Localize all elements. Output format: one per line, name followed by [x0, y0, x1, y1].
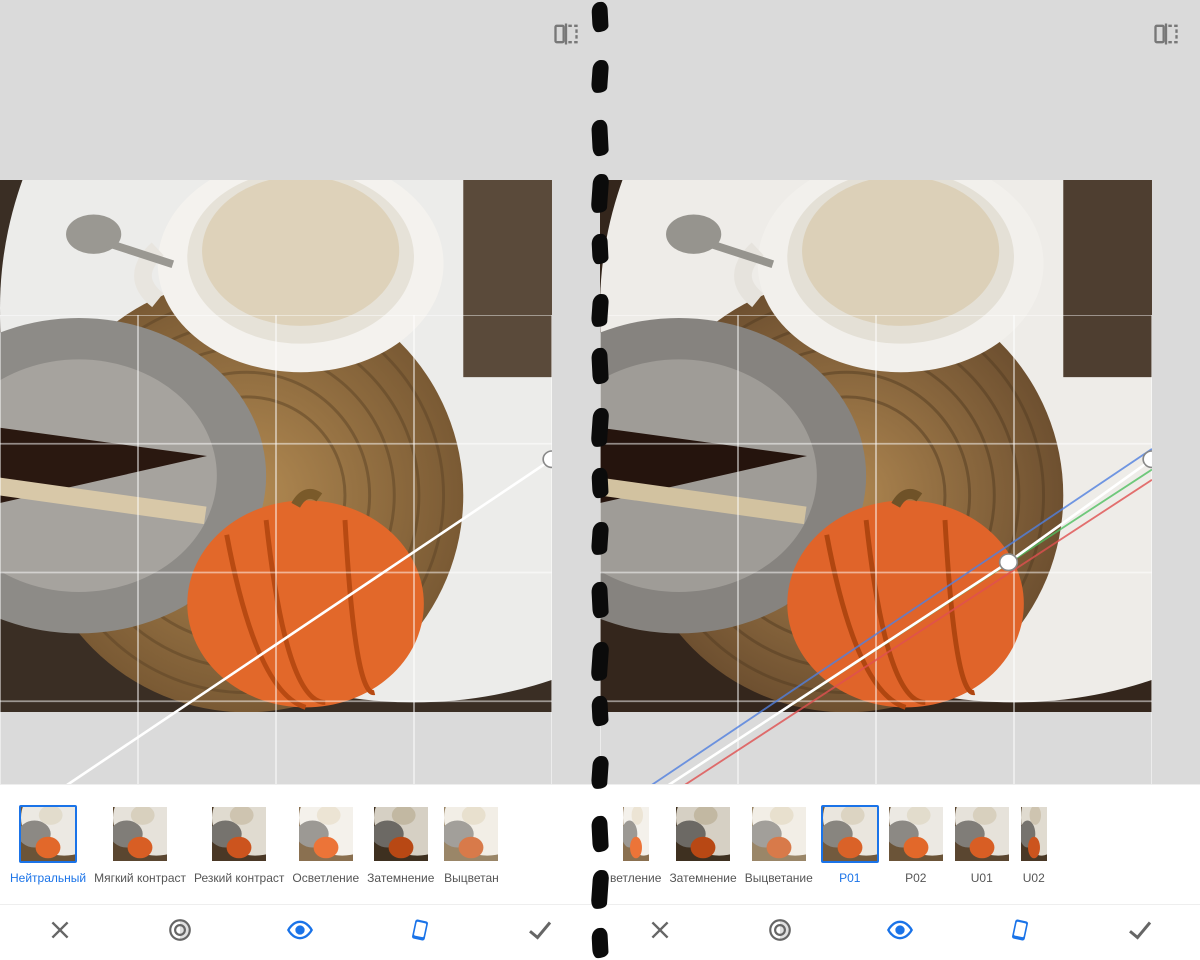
- filter-label: P01: [839, 871, 860, 885]
- accept-icon: [525, 915, 555, 950]
- phone-icon: [1007, 917, 1033, 948]
- filter-label: Нейтральный: [10, 871, 86, 885]
- curve-overlay[interactable]: [600, 315, 1152, 784]
- compare-icon[interactable]: [1152, 20, 1180, 53]
- filter-label: ветление: [610, 871, 661, 885]
- filter-label: Осветление: [292, 871, 359, 885]
- filter-thumb-Мягкий контраст[interactable]: Мягкий контраст: [94, 805, 186, 885]
- filter-strip[interactable]: ветление Затемнение Выцветание P01 P02: [600, 784, 1200, 904]
- filter-thumb-U01[interactable]: U01: [953, 805, 1011, 885]
- photo-preview[interactable]: [0, 180, 552, 720]
- filter-label: Выцветание: [745, 871, 813, 885]
- right-screen: ветление Затемнение Выцветание P01 P02: [600, 0, 1200, 960]
- compare-icon[interactable]: [552, 20, 580, 53]
- cancel-button[interactable]: [40, 913, 80, 953]
- filter-thumb-Затемнение[interactable]: Затемнение: [367, 805, 434, 885]
- curve-point[interactable]: [1000, 554, 1018, 570]
- eye-button[interactable]: [880, 913, 920, 953]
- filter-label: Мягкий контраст: [94, 871, 186, 885]
- filter-strip[interactable]: Нейтральный Мягкий контраст Резкий контр…: [0, 784, 600, 904]
- accept-button[interactable]: [1120, 913, 1160, 953]
- phone-button[interactable]: [1000, 913, 1040, 953]
- left-screen: Нейтральный Мягкий контраст Резкий контр…: [0, 0, 600, 960]
- phone-icon: [407, 917, 433, 948]
- photo-preview[interactable]: [600, 180, 1152, 720]
- phone-button[interactable]: [400, 913, 440, 953]
- eye-icon: [286, 916, 314, 949]
- filter-thumb-Резкий контраст[interactable]: Резкий контраст: [194, 805, 284, 885]
- cancel-icon: [47, 917, 73, 948]
- filter-thumb-P01[interactable]: P01: [821, 805, 879, 885]
- luminance-button[interactable]: [160, 913, 200, 953]
- eye-button[interactable]: [280, 913, 320, 953]
- filter-thumb-Нейтральный[interactable]: Нейтральный: [10, 805, 86, 885]
- filter-thumb-Затемнение[interactable]: Затемнение: [669, 805, 736, 885]
- filter-label: Затемнение: [669, 871, 736, 885]
- filter-thumb-U02[interactable]: U02: [1019, 805, 1049, 885]
- luminance-icon: [167, 917, 193, 948]
- filter-label: Выцветан: [444, 871, 499, 885]
- filter-label: U01: [971, 871, 993, 885]
- filter-thumb-P02[interactable]: P02: [887, 805, 945, 885]
- luminance-button[interactable]: [760, 913, 800, 953]
- luminance-icon: [767, 917, 793, 948]
- accept-button[interactable]: [520, 913, 560, 953]
- cancel-icon: [647, 917, 673, 948]
- bottom-toolbar: [0, 904, 600, 960]
- eye-icon: [886, 916, 914, 949]
- canvas-left[interactable]: [0, 0, 600, 784]
- filter-label: P02: [905, 871, 926, 885]
- filter-label: Резкий контраст: [194, 871, 284, 885]
- filter-thumb-Выцветан[interactable]: Выцветан: [442, 805, 500, 885]
- filter-thumb-ветление[interactable]: ветление: [610, 805, 661, 885]
- curve-overlay[interactable]: [0, 315, 552, 784]
- filter-thumb-Выцветание[interactable]: Выцветание: [745, 805, 813, 885]
- bottom-toolbar: [600, 904, 1200, 960]
- filter-label: Затемнение: [367, 871, 434, 885]
- filter-label: U02: [1023, 871, 1045, 885]
- accept-icon: [1125, 915, 1155, 950]
- canvas-right[interactable]: [600, 0, 1200, 784]
- filter-thumb-Осветление[interactable]: Осветление: [292, 805, 359, 885]
- cancel-button[interactable]: [640, 913, 680, 953]
